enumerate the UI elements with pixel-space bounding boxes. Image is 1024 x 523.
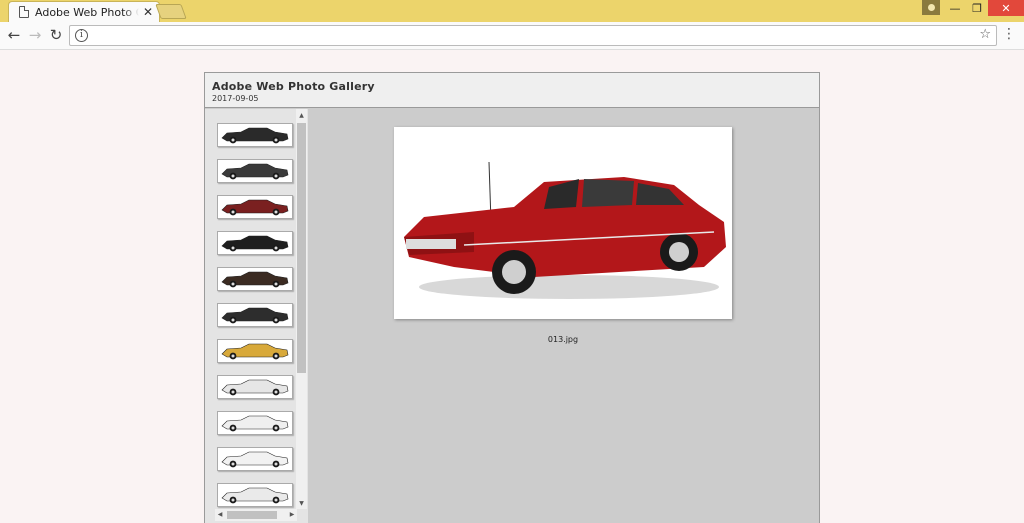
thumbnail-5[interactable]: [217, 267, 293, 291]
browser-toolbar: ← → ↻ i ☆ ⋮: [0, 22, 1024, 50]
thumbnail-7[interactable]: [217, 339, 293, 363]
new-tab-button[interactable]: [155, 4, 187, 19]
thumbnail-list: [217, 123, 293, 519]
thumbnail-11[interactable]: [217, 483, 293, 507]
gallery-header: Adobe Web Photo Gallery 2017-09-05: [205, 73, 819, 108]
browser-tab-strip: Adobe Web Photo Gallery ✕ — ❐ ✕: [0, 0, 1024, 22]
thumbnail-9[interactable]: [217, 411, 293, 435]
browser-tab[interactable]: Adobe Web Photo Gallery ✕: [8, 1, 160, 22]
car-thumbnail-image: [221, 379, 289, 396]
restore-icon[interactable]: ❐: [966, 0, 988, 16]
car-thumbnail-image: [221, 415, 289, 432]
car-thumbnail-image: [221, 163, 289, 180]
gallery-title: Adobe Web Photo Gallery: [212, 80, 375, 93]
thumbnail-1[interactable]: [217, 123, 293, 147]
car-thumbnail-image: [221, 307, 289, 324]
car-thumbnail-image: [221, 451, 289, 468]
car-thumbnail-image: [221, 343, 289, 360]
window-close-icon[interactable]: ✕: [988, 0, 1024, 16]
photo-caption: 013.jpg: [547, 335, 579, 344]
scroll-left-arrow-icon[interactable]: ◀: [215, 509, 225, 521]
scroll-up-arrow-icon[interactable]: ▲: [296, 111, 307, 121]
thumbnail-panel: ▲ ▼ ◀ ▶: [205, 109, 308, 523]
car-thumbnail-image: [221, 199, 289, 216]
page-icon: [19, 6, 29, 18]
car-thumbnail-image: [221, 127, 289, 144]
thumbnail-3[interactable]: [217, 195, 293, 219]
reload-icon[interactable]: ↻: [47, 26, 65, 44]
address-bar[interactable]: i ☆: [69, 25, 997, 46]
close-icon[interactable]: ✕: [143, 5, 153, 19]
tab-title: Adobe Web Photo Gallery: [35, 5, 139, 19]
car-thumbnail-image: [221, 487, 289, 504]
scroll-down-arrow-icon[interactable]: ▼: [296, 499, 307, 509]
menu-icon[interactable]: ⋮: [1002, 27, 1016, 41]
info-icon[interactable]: i: [75, 29, 88, 42]
thumbnail-10[interactable]: [217, 447, 293, 471]
star-icon[interactable]: ☆: [979, 27, 991, 42]
thumbnail-6[interactable]: [217, 303, 293, 327]
thumbnail-2[interactable]: [217, 159, 293, 183]
thumbnail-8[interactable]: [217, 375, 293, 399]
thumbnail-4[interactable]: [217, 231, 293, 255]
horizontal-scroll-thumb[interactable]: [227, 511, 277, 519]
forward-arrow-icon[interactable]: →: [26, 26, 44, 44]
photo-gallery: Adobe Web Photo Gallery 2017-09-05 ▲ ▼ ◀…: [204, 72, 820, 523]
car-thumbnail-image: [221, 271, 289, 288]
main-photo[interactable]: [394, 127, 732, 319]
url-input[interactable]: [94, 27, 964, 44]
gallery-date: 2017-09-05: [212, 94, 259, 103]
red-car-image: [394, 127, 732, 319]
scroll-right-arrow-icon[interactable]: ▶: [287, 509, 297, 521]
vertical-scrollbar[interactable]: ▲ ▼: [296, 109, 307, 509]
user-icon[interactable]: [922, 0, 940, 15]
car-thumbnail-image: [221, 235, 289, 252]
window-controls: — ❐ ✕: [922, 0, 1024, 16]
minimize-icon[interactable]: —: [944, 0, 966, 16]
vertical-scroll-thumb[interactable]: [297, 123, 306, 373]
back-arrow-icon[interactable]: ←: [5, 26, 23, 44]
horizontal-scrollbar[interactable]: ◀ ▶: [215, 509, 297, 521]
